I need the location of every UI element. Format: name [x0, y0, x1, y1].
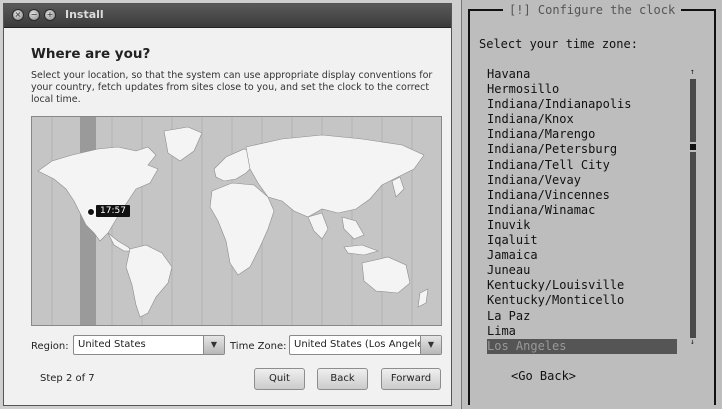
- installer-window: × − + Install Where are you? Select your…: [3, 3, 452, 406]
- back-button[interactable]: Back: [317, 368, 368, 390]
- timezone-item[interactable]: Indiana/Marengo: [487, 127, 677, 142]
- continents: [37, 126, 429, 318]
- maximize-icon[interactable]: +: [44, 9, 56, 21]
- world-map[interactable]: 17:57: [31, 116, 442, 326]
- timezone-item[interactable]: Indiana/Tell City: [487, 158, 677, 173]
- timezone-item[interactable]: Indiana/Knox: [487, 112, 677, 127]
- quit-button[interactable]: Quit: [254, 368, 305, 390]
- timezone-item[interactable]: Indiana/Petersburg: [487, 142, 677, 157]
- timezone-item[interactable]: Kentucky/Louisville: [487, 278, 677, 293]
- timezone-item[interactable]: Havana: [487, 67, 677, 82]
- location-marker[interactable]: [87, 208, 95, 216]
- chevron-down-icon[interactable]: ▼: [420, 336, 441, 354]
- scrollbar-thumb[interactable]: [690, 142, 696, 152]
- timezone-item[interactable]: Iqaluit: [487, 233, 677, 248]
- scrollbar[interactable]: [690, 79, 696, 338]
- timezone-item[interactable]: Inuvik: [487, 218, 677, 233]
- step-indicator: Step 2 of 7: [40, 373, 95, 384]
- timezone-item[interactable]: Lima: [487, 324, 677, 339]
- timezone-select[interactable]: United States (Los Angeles) ▼: [289, 335, 442, 355]
- timezone-item[interactable]: Juneau: [487, 263, 677, 278]
- timezone-item[interactable]: La Paz: [487, 309, 677, 324]
- region-value: United States: [78, 339, 146, 350]
- go-back-button[interactable]: <Go Back>: [511, 369, 576, 383]
- timezone-item[interactable]: Indiana/Vincennes: [487, 188, 677, 203]
- close-icon[interactable]: ×: [12, 9, 24, 21]
- map-time-label: 17:57: [96, 205, 130, 217]
- timezone-item[interactable]: Indiana/Indianapolis: [487, 97, 677, 112]
- world-map-graphic: [37, 117, 429, 325]
- timezone-item[interactable]: Kentucky/Monticello: [487, 293, 677, 308]
- region-label: Region:: [31, 341, 69, 352]
- timezone-list[interactable]: Havana Hermosillo Indiana/Indianapolis Indi…: [487, 67, 677, 354]
- forward-button[interactable]: Forward: [381, 368, 441, 390]
- minimize-icon[interactable]: −: [28, 9, 40, 21]
- dialog-title: [!] Configure the clock: [503, 3, 682, 17]
- chevron-down-icon[interactable]: ▼: [203, 336, 224, 354]
- page-title: Where are you?: [31, 46, 151, 62]
- window-titlebar[interactable]: × − + Install: [4, 4, 451, 28]
- timezone-item[interactable]: Indiana/Vevay: [487, 173, 677, 188]
- timezone-item[interactable]: Jamaica: [487, 248, 677, 263]
- scroll-down-icon[interactable]: ↓: [690, 337, 695, 346]
- timezone-item[interactable]: Indiana/Winamac: [487, 203, 677, 218]
- window-title: Install: [65, 8, 104, 21]
- scroll-up-icon[interactable]: ↑: [690, 67, 695, 76]
- location-description: Select your location, so that the system…: [31, 70, 433, 105]
- timezone-item-selected[interactable]: Los Angeles: [487, 338, 677, 354]
- region-select[interactable]: United States ▼: [73, 335, 225, 355]
- console-screen: [!] Configure the clock Select your time…: [461, 0, 722, 409]
- timezone-prompt: Select your time zone:: [479, 37, 638, 51]
- timezone-label: Time Zone:: [230, 341, 287, 352]
- timezone-value: United States (Los Angeles): [294, 339, 433, 350]
- timezone-item[interactable]: Hermosillo: [487, 82, 677, 97]
